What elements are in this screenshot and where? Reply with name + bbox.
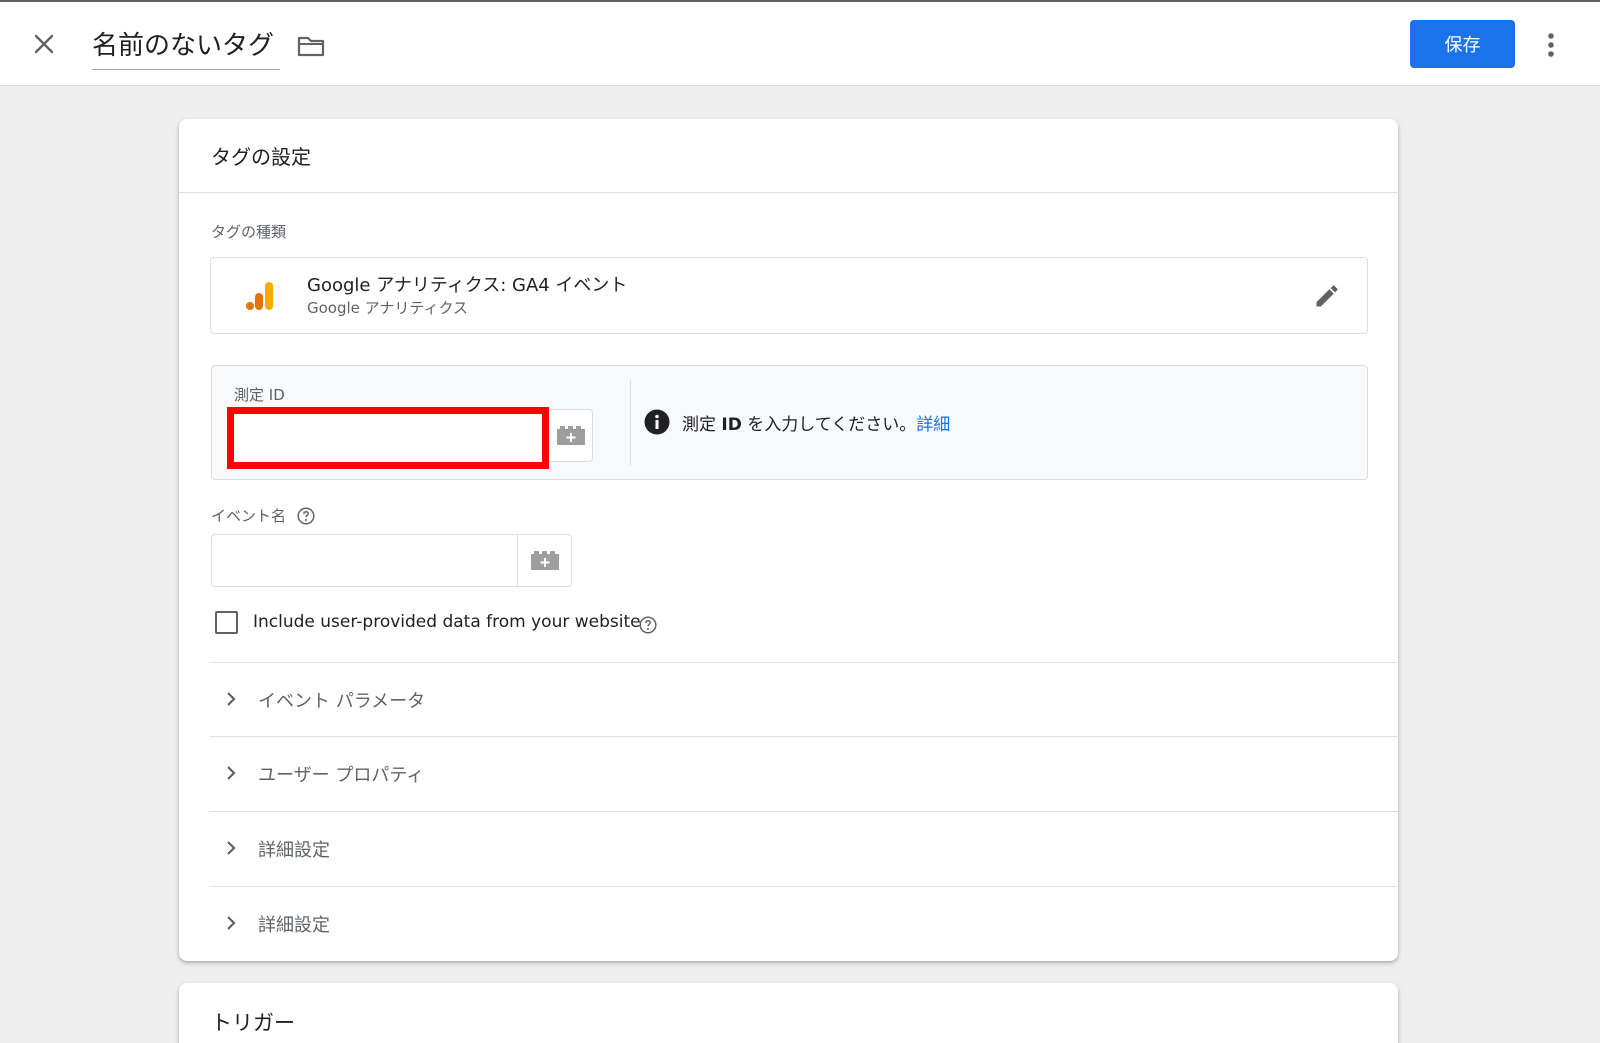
trigger-card[interactable]: トリガー [179,983,1398,1043]
trigger-title: トリガー [211,1011,295,1035]
section-label: ユーザー プロパティ [258,765,425,786]
help-icon[interactable] [639,616,657,634]
measurement-id-hint: 測定 ID を入力してください。詳細 [682,410,950,435]
save-button[interactable]: 保存 [1410,20,1515,68]
tag-name-input[interactable]: 名前のないタグ [92,26,280,70]
more-vert-icon[interactable] [1538,28,1564,62]
help-icon[interactable] [297,507,315,525]
folder-icon[interactable] [296,32,326,60]
measurement-id-label: 測定 ID [234,386,285,404]
top-bar: 名前のないタグ 保存 [0,0,1600,86]
add-variable-button[interactable] [517,534,572,587]
tag-type-label: タグの種類 [211,223,287,241]
tag-type-selector[interactable]: Google アナリティクス: GA4 イベント Google アナリティクス [210,257,1368,334]
section-label: 詳細設定 [258,915,330,936]
google-analytics-icon [246,282,273,310]
chevron-right-icon [227,841,236,855]
measurement-id-panel: 測定 ID 測定 ID を入力してください。詳細 [211,365,1368,480]
hint-suffix: を入力してください。 [741,415,917,435]
details-link[interactable]: 詳細 [916,415,950,435]
hint-prefix: 測定 [682,415,722,435]
chevron-right-icon [227,916,236,930]
add-variable-icon [530,550,559,570]
tag-type-provider: Google アナリティクス [307,299,469,317]
section-label: イベント パラメータ [258,691,426,712]
section-advanced-settings-2[interactable]: 詳細設定 [210,886,1398,960]
chevron-right-icon [227,766,236,780]
event-name-label: イベント名 [211,507,287,525]
add-variable-icon [556,425,585,445]
divider [630,380,631,466]
user-data-checkbox-label: Include user-provided data from your web… [253,612,641,632]
close-icon[interactable] [28,28,60,60]
chevron-right-icon [227,692,236,706]
pencil-icon[interactable] [1313,282,1341,310]
tag-type-name: Google アナリティクス: GA4 イベント [307,275,628,296]
divider [179,192,1398,193]
section-event-parameters[interactable]: イベント パラメータ [210,662,1398,736]
tag-configuration-card: タグの設定 タグの種類 Google アナリティクス: GA4 イベント Goo… [179,119,1398,961]
user-data-checkbox[interactable] [215,611,238,634]
section-user-properties[interactable]: ユーザー プロパティ [210,736,1398,810]
section-label: 詳細設定 [258,840,330,861]
section-advanced-settings[interactable]: 詳細設定 [210,811,1398,885]
info-icon [644,409,670,435]
measurement-id-input[interactable] [227,407,549,469]
hint-bold: ID [721,415,742,435]
card-title: タグの設定 [211,145,311,169]
add-variable-button[interactable] [549,409,593,462]
event-name-input[interactable] [211,534,518,587]
